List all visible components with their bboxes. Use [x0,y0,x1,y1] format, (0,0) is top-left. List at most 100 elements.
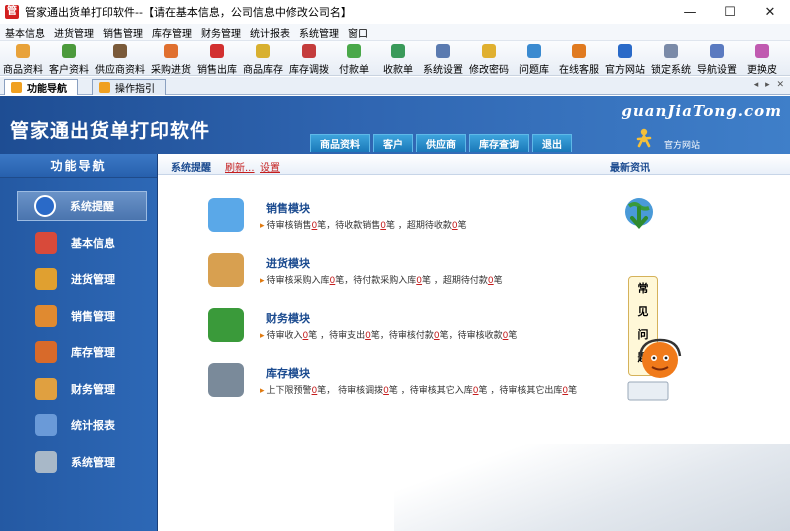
sidebar-item[interactable]: 库存管理 [17,337,147,367]
sidebar-item-label: 销售管理 [71,309,115,323]
summary-text: 笔，待付款采购入库 [335,276,417,286]
faq-char: 常 [637,282,649,295]
toolbar-button-label: 更换皮 [747,65,777,76]
home-icon [11,82,22,93]
toolbar-button[interactable]: 官方网站 [602,41,648,76]
module-summary: ▸ 待审核销售0笔，待收款销售0笔 ，超期待收款0笔 [260,218,467,231]
sidebar-item[interactable]: 财务管理 [17,374,147,404]
toolbar-button[interactable]: 系统设置 [420,41,466,76]
purchase-icon [164,44,178,58]
sidebar-item[interactable]: 销售管理 [17,301,147,331]
toolbar-button[interactable]: 更换皮 [740,41,784,76]
official-site-link[interactable]: 官方网站 [664,138,700,151]
skin-icon [755,44,769,58]
module-title[interactable]: 销售模块 [266,200,310,216]
menu-item[interactable]: 窗口 [343,25,372,40]
banner-button[interactable]: 商品资料 [310,134,370,152]
toolbar-button[interactable]: 销售出库 [194,41,240,75]
banner-button[interactable]: 供应商 [416,134,466,152]
maximize-button[interactable]: ☐ [710,0,750,24]
sidebar-item[interactable]: 统计报表 [17,410,147,440]
toolbar-button[interactable]: 客户资料 [46,41,92,76]
chart-icon [35,414,57,436]
stock-module-icon [208,363,244,397]
window-title: 管家通出货单打印软件--【请在基本信息，公司信息中修改公司名】 [25,6,352,19]
banner-button[interactable]: 退出 [532,134,572,152]
sidebar-item[interactable]: 系统提醒 [17,191,147,221]
sidebar-item-label: 财务管理 [71,382,115,396]
summary-text: 笔 [457,221,467,231]
toolbar-button[interactable]: 导航设置 [694,41,740,76]
box-out-icon [35,304,57,327]
toolbar-button[interactable]: 问题库 [512,41,556,76]
toolbar-button[interactable]: 付款单 [332,41,376,75]
site-logo: guanJiaTong.com [621,102,782,120]
sidebar-item[interactable]: 基本信息 [17,228,147,258]
module-title[interactable]: 财务模块 [266,310,310,326]
toolbar-button[interactable]: 收款单 [376,41,420,76]
sidebar-item-label: 系统管理 [71,455,115,469]
stock-icon [256,44,270,58]
summary-text: 待审核销售 [266,221,312,231]
toolbar-button-label: 锁定系统 [651,65,691,76]
arrow-icon: ▸ [260,386,265,396]
sales-out-icon [210,44,224,58]
sidebar-item[interactable]: 系统管理 [17,447,147,477]
toolbar-button[interactable]: 在线客服 [556,41,602,75]
warehouse-icon [35,341,57,363]
summary-text: 笔 [568,386,578,396]
toolbar-button-label: 问题库 [519,65,549,76]
toolbar-button-label: 客户资料 [49,65,89,76]
website-icon [618,44,632,58]
summary-text: 笔 [493,276,503,286]
menu-item[interactable]: 财务管理 [196,25,245,40]
toolbar-button-label: 修改密码 [469,65,509,76]
menu-item[interactable]: 统计报表 [245,25,294,40]
toolbar-button-label: 官方网站 [605,65,645,76]
arrow-icon: ▸ [260,331,265,341]
toolbar-button-label: 导航设置 [697,65,737,76]
module-title[interactable]: 进货模块 [266,255,310,271]
toolbar-button-label: 采购进货 [151,65,191,76]
toolbar-button[interactable]: 库存调拨 [286,41,332,75]
toolbar-button[interactable]: 供应商资料 [92,41,148,76]
toolbar-button[interactable]: 采购进货 [148,41,194,76]
sidebar-item-label: 系统提醒 [70,200,114,213]
faq-char: 见 [637,305,649,318]
summary-text: 笔 [508,331,518,341]
toolbar-button[interactable]: 商品资料 [0,41,46,75]
title-bar: 管 管家通出货单打印软件--【请在基本信息，公司信息中修改公司名】 — ☐ ✕ [0,0,790,24]
toolbar-button-label: 供应商资料 [95,65,145,76]
module-summary: ▸ 待审核采购入库0笔，待付款采购入库0笔 ，超期待付款0笔 [260,273,503,286]
summary-text: 笔，待审核付款 [370,331,434,341]
module-title[interactable]: 库存模块 [266,365,310,381]
menu-item[interactable]: 销售管理 [98,25,147,40]
summary-text: 笔，待收款销售 [317,221,381,231]
summary-text: 笔 ，超期待付款 [422,276,488,286]
transfer-icon [302,44,316,58]
minimize-button[interactable]: — [670,0,710,24]
toolbar-button-label: 系统设置 [423,65,463,76]
menu-item[interactable]: 基本信息 [0,25,49,40]
menu-item[interactable]: 进货管理 [49,25,98,40]
tab-function-nav[interactable]: 功能导航 [4,79,78,95]
banner-button[interactable]: 客户 [373,134,413,152]
tab-scroll-controls[interactable]: ◂ ▸ ✕ [754,80,786,90]
settings-link[interactable]: 设置 [260,159,280,174]
toolbar-button-label: 收款单 [383,65,413,76]
toolbar-button[interactable]: 商品库存 [240,41,286,75]
toolbar-button[interactable]: 修改密码 [466,41,512,76]
sidebar-heading: 功能导航 [0,154,157,178]
gears-icon [35,450,57,473]
menu-item[interactable]: 系统管理 [294,25,343,40]
tab-operation-guide[interactable]: 操作指引 [92,79,166,95]
refresh-link[interactable]: 刷新... [225,159,255,174]
sidebar-item[interactable]: 进货管理 [17,264,147,294]
menu-item[interactable]: 库存管理 [147,25,196,40]
app-icon: 管 [5,5,19,19]
info-icon [34,195,56,217]
close-button[interactable]: ✕ [750,0,790,24]
toolbar-button[interactable]: 锁定系统 [648,41,694,76]
support-mascot-icon[interactable] [626,334,688,406]
banner-button[interactable]: 库存查询 [469,134,529,152]
